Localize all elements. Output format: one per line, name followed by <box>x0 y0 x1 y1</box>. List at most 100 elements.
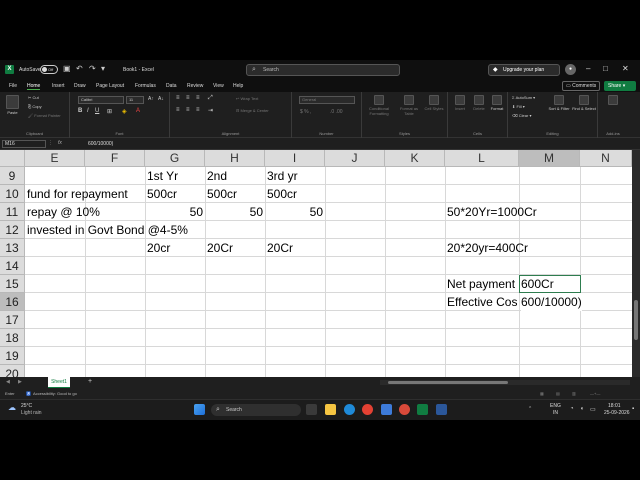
select-all-corner[interactable] <box>0 150 25 167</box>
align-left-icon[interactable]: ≡ <box>176 107 180 113</box>
tab-help[interactable]: Help <box>233 83 243 89</box>
cell-h11[interactable]: 50 <box>205 203 263 221</box>
word-taskbar-icon[interactable] <box>436 404 447 415</box>
cell-e10[interactable]: fund for repayment <box>27 185 128 203</box>
cut-button[interactable]: ✂ Cut <box>28 95 39 100</box>
row-header-11[interactable]: 11 <box>0 203 25 221</box>
file-explorer-icon[interactable] <box>325 404 336 415</box>
spreadsheet-grid[interactable]: E F G H I J K L M N 9 10 11 12 13 14 15 … <box>0 150 632 377</box>
column-header-i[interactable]: I <box>265 150 325 167</box>
fill-color-icon[interactable]: ◈ <box>122 108 127 115</box>
prev-sheet-icon[interactable]: ◀ <box>6 379 10 385</box>
merge-center-button[interactable]: ⊟ Merge & Center <box>236 108 269 113</box>
maximize-icon[interactable]: □ <box>603 62 608 76</box>
bold-icon[interactable]: B <box>78 108 82 114</box>
cell-i11[interactable]: 50 <box>265 203 323 221</box>
cell-m16[interactable]: 600/10000) <box>521 293 582 311</box>
column-header-n[interactable]: N <box>580 150 632 167</box>
tab-data[interactable]: Data <box>166 83 177 89</box>
italic-icon[interactable]: I <box>87 108 89 114</box>
row-header-15[interactable]: 15 <box>0 275 25 293</box>
cell-l16[interactable]: Effective Cos <box>447 293 519 311</box>
insert-cells-button[interactable]: Insert <box>451 95 469 111</box>
format-as-table-button[interactable]: Format as Table <box>396 95 422 116</box>
row-header-19[interactable]: 19 <box>0 347 25 365</box>
horizontal-scrollbar[interactable] <box>380 380 630 385</box>
next-sheet-icon[interactable]: ▶ <box>18 379 22 385</box>
battery-icon[interactable]: ▭ <box>590 406 596 413</box>
format-cells-button[interactable]: Format <box>488 95 506 111</box>
number-format-select[interactable]: General <box>299 96 355 104</box>
cell-i9[interactable]: 3rd yr <box>267 167 298 185</box>
cell-l11[interactable]: 50*20Yr=1000Cr <box>447 203 537 221</box>
name-box[interactable]: M16 <box>2 140 46 148</box>
tab-view[interactable]: View <box>213 83 224 89</box>
row-header-12[interactable]: 12 <box>0 221 25 239</box>
avatar[interactable]: ● <box>565 64 576 75</box>
cell-h9[interactable]: 2nd <box>207 167 227 185</box>
cell-h10[interactable]: 500cr <box>207 185 237 203</box>
cell-g10[interactable]: 500cr <box>147 185 177 203</box>
borders-icon[interactable]: ⊞ <box>107 108 112 115</box>
vertical-scroll-thumb[interactable] <box>634 300 638 340</box>
customize-toolbar-icon[interactable]: ▾ <box>101 64 105 74</box>
clock-date[interactable]: 25-09-2026 <box>604 410 630 416</box>
column-header-k[interactable]: K <box>385 150 445 167</box>
indent-icon[interactable]: ⇥ <box>208 107 213 114</box>
row-header-17[interactable]: 17 <box>0 311 25 329</box>
tab-formulas[interactable]: Formulas <box>135 83 156 89</box>
currency-icon[interactable]: $ % , <box>300 109 311 115</box>
row-header-9[interactable]: 9 <box>0 167 25 185</box>
autosum-button[interactable]: Σ AutoSum ▾ <box>512 95 535 100</box>
cell-i13[interactable]: 20Cr <box>267 239 293 257</box>
row-header-20[interactable]: 20 <box>0 365 25 377</box>
comments-button[interactable]: ▭ Comments <box>562 81 600 91</box>
column-header-j[interactable]: J <box>325 150 385 167</box>
vertical-scrollbar[interactable] <box>632 150 640 377</box>
wrap-text-button[interactable]: ↩ Wrap Text <box>236 96 258 101</box>
undo-icon[interactable]: ↶ <box>76 64 83 74</box>
chrome-icon[interactable] <box>362 404 373 415</box>
format-painter-button[interactable]: 🖌 Format Painter <box>28 113 61 118</box>
taskbar-search[interactable]: ⌕ Search <box>211 404 301 416</box>
save-icon[interactable]: ▣ <box>63 64 71 74</box>
cell-l13[interactable]: 20*20yr=400Cr <box>447 239 528 257</box>
align-center-icon[interactable]: ≡ <box>186 107 190 113</box>
close-icon[interactable]: ✕ <box>622 62 629 76</box>
redo-icon[interactable]: ↷ <box>89 64 96 74</box>
delete-cells-button[interactable]: Delete <box>470 95 488 111</box>
cell-e12[interactable]: invested in Govt Bond @4-5% <box>27 221 188 239</box>
conditional-formatting-button[interactable]: Conditional Formatting <box>366 95 392 116</box>
copy-button[interactable]: ⎘ Copy <box>28 104 42 109</box>
search-input[interactable]: ⌕ Search <box>246 64 400 76</box>
decimal-icon[interactable]: .0 .00 <box>330 109 343 115</box>
chrome-profile-icon[interactable] <box>399 404 410 415</box>
sheet-tab-sheet1[interactable]: Sheet1 <box>48 377 70 388</box>
wifi-icon[interactable]: ◔ <box>570 406 574 412</box>
tab-review[interactable]: Review <box>187 83 203 89</box>
cell-styles-button[interactable]: Cell Styles <box>424 95 444 111</box>
formula-input[interactable]: 600/10000) <box>88 141 113 147</box>
excel-taskbar-icon[interactable] <box>417 404 428 415</box>
font-color-icon[interactable]: A <box>136 108 140 114</box>
column-header-l[interactable]: L <box>445 150 519 167</box>
volume-icon[interactable]: ◖ <box>580 406 584 412</box>
column-header-g[interactable]: G <box>145 150 205 167</box>
page-layout-view-icon[interactable]: ▤ <box>556 389 560 399</box>
fx-icon[interactable]: fx <box>58 140 62 146</box>
store-icon[interactable] <box>381 404 392 415</box>
cell-l15[interactable]: Net payment <box>447 275 519 293</box>
autosave-toggle[interactable]: Off <box>40 65 58 74</box>
tab-page-layout[interactable]: Page Layout <box>96 83 124 89</box>
notification-icon[interactable]: ▪ <box>632 406 634 412</box>
tab-draw[interactable]: Draw <box>74 83 86 89</box>
addins-button[interactable] <box>602 95 624 106</box>
language-indicator[interactable]: ENG <box>550 403 561 409</box>
row-header-13[interactable]: 13 <box>0 239 25 257</box>
edge-icon[interactable] <box>344 404 355 415</box>
normal-view-icon[interactable]: ▦ <box>540 389 544 399</box>
windows-start-icon[interactable] <box>194 404 205 415</box>
underline-icon[interactable]: U <box>95 108 99 114</box>
orientation-icon[interactable]: ⤢ <box>208 95 213 102</box>
column-header-h[interactable]: H <box>205 150 265 167</box>
